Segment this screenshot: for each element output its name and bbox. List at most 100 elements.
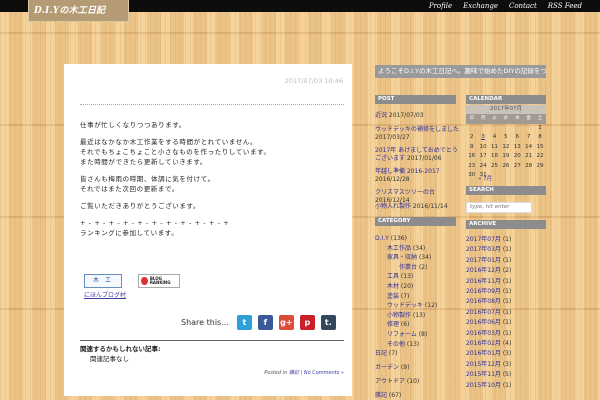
calendar-widget-heading: CALENDAR xyxy=(466,95,546,104)
calendar-day[interactable]: 12 xyxy=(500,143,511,153)
archive-count: (1) xyxy=(500,308,512,316)
nav-contact[interactable]: Contact xyxy=(509,0,537,12)
calendar-day xyxy=(477,124,488,134)
archive-count: (3) xyxy=(500,360,512,368)
category-link[interactable]: その他 xyxy=(387,341,405,348)
category-link[interactable]: 作業台 xyxy=(399,264,417,271)
calendar-day[interactable]: 14 xyxy=(523,143,534,153)
category-link[interactable]: 日記 xyxy=(375,350,387,357)
calendar-day[interactable]: 4 xyxy=(489,133,500,143)
site-logo[interactable]: D.I.Yの木工日記 xyxy=(28,0,129,22)
nav-rss-feed[interactable]: RSS Feed xyxy=(548,0,582,12)
archive-link[interactable]: 2016年06月 xyxy=(466,319,501,326)
calendar-day[interactable]: 28 xyxy=(523,162,534,172)
post-body-gap xyxy=(80,130,342,137)
calendar-day[interactable]: 3 xyxy=(477,133,488,143)
category-link[interactable]: 木工作品 xyxy=(387,245,411,252)
recent-post-link[interactable]: クリスマスツリーの台 xyxy=(375,189,435,196)
category-item: ガーデン (9) xyxy=(375,364,409,372)
calendar-day[interactable]: 19 xyxy=(500,152,511,162)
recent-post-link[interactable]: 小物入れ製作 xyxy=(375,203,411,210)
calendar-day[interactable]: 5 xyxy=(500,133,511,143)
blog-ranking-banner[interactable]: BLOG RANKING xyxy=(138,274,180,288)
calendar-day[interactable]: 9 xyxy=(466,143,477,153)
facebook-icon[interactable]: f xyxy=(257,315,273,330)
category-count: (6) xyxy=(399,321,410,329)
calendar-day[interactable]: 23 xyxy=(466,162,477,172)
blog-ranking-label: BLOG RANKING xyxy=(149,275,171,285)
archive-link[interactable]: 2015年10月 xyxy=(466,382,501,389)
archive-link[interactable]: 2016年07月 xyxy=(466,309,501,316)
calendar-day[interactable]: 7 xyxy=(523,133,534,143)
calendar-day[interactable]: 8 xyxy=(534,133,545,143)
category-link[interactable]: ガーデン xyxy=(375,364,399,371)
calendar-day[interactable]: 17 xyxy=(477,152,488,162)
calendar-day[interactable]: 24 xyxy=(477,162,488,172)
calendar-day[interactable]: 16 xyxy=(466,152,477,162)
twitter-icon[interactable]: t xyxy=(236,315,252,330)
recent-post-link[interactable]: ウッドデッキの補修をしました xyxy=(375,126,459,133)
nihon-blog-mura-link[interactable]: にほんブログ村 xyxy=(84,290,126,299)
calendar-day[interactable]: 27 xyxy=(512,162,523,172)
archive-link[interactable]: 2015年11月 xyxy=(466,371,501,378)
post-body-line: 皆さんも梅雨の時期、体調に気を付けて。 xyxy=(80,175,215,183)
archive-link[interactable]: 2017年03月 xyxy=(466,246,501,253)
archive-count: (1) xyxy=(500,288,512,295)
archive-link[interactable]: 2016年11月 xyxy=(466,278,501,285)
recent-post-link[interactable]: 年越し準備 2016-2017 xyxy=(375,168,440,175)
category-link[interactable]: 工具 xyxy=(387,273,399,280)
category-count: (7) xyxy=(387,350,398,358)
calendar-day[interactable]: 29 xyxy=(534,162,545,172)
google-plus-icon[interactable]: g+ xyxy=(278,315,294,330)
search-input[interactable]: type, hit enter xyxy=(466,202,532,213)
meta-comments-link[interactable]: No Comments » xyxy=(304,370,344,376)
calendar-day[interactable]: 30 xyxy=(466,171,477,181)
recent-post-link[interactable]: 近況 xyxy=(375,112,387,119)
calendar-day[interactable]: 15 xyxy=(534,143,545,153)
calendar-day[interactable]: 1 xyxy=(534,124,545,134)
archive-link[interactable]: 2016年02月 xyxy=(466,340,501,347)
category-link[interactable]: リフォーム xyxy=(387,331,417,338)
calendar-day[interactable]: 6 xyxy=(512,133,523,143)
calendar-day[interactable]: 21 xyxy=(523,152,534,162)
meta-category-link[interactable]: 雑記 xyxy=(289,370,299,376)
tumblr-icon[interactable]: t. xyxy=(320,315,336,330)
archive-link[interactable]: 2016年01月 xyxy=(466,350,501,357)
calendar-day[interactable]: 10 xyxy=(477,143,488,153)
archive-link[interactable]: 2016年09月 xyxy=(466,288,501,295)
post-card: 2017/07/03 10:46 仕事が忙しくなりつつあります。 最近はなかなか木… xyxy=(64,64,352,396)
calendar-day[interactable]: 2 xyxy=(466,133,477,143)
calendar-day[interactable]: 22 xyxy=(534,152,545,162)
category-item: 工具 (13) xyxy=(387,273,413,281)
archive-link[interactable]: 2016年12月 xyxy=(466,267,501,274)
category-link[interactable]: 小物製作 xyxy=(387,312,411,319)
search-widget-heading: SEARCH xyxy=(466,186,546,195)
calendar-day[interactable]: 13 xyxy=(512,143,523,153)
category-count: (9) xyxy=(399,364,410,372)
recent-post-item: ウッドデッキの補修をしました 2017/03/27 xyxy=(375,126,463,142)
post-body-gap xyxy=(80,194,342,201)
calendar-day[interactable]: 26 xyxy=(500,162,511,172)
nav-profile[interactable]: Profile xyxy=(429,0,452,12)
archive-link[interactable]: 2017年07月 xyxy=(466,236,501,243)
category-link[interactable]: D.I.Y xyxy=(375,235,389,242)
nav-exchange[interactable]: Exchange xyxy=(463,0,498,12)
calendar-day[interactable]: 20 xyxy=(512,152,523,162)
mokko-ranking-banner[interactable]: 木 工 xyxy=(84,274,122,288)
calendar-prev-link[interactable]: « 7月 xyxy=(478,174,492,182)
category-link[interactable]: 木材 xyxy=(387,283,399,290)
category-link[interactable]: ウッドデッキ xyxy=(387,302,423,309)
pinterest-icon[interactable]: p xyxy=(299,315,315,330)
category-link[interactable]: 雑記 xyxy=(375,392,387,399)
calendar-day[interactable]: 25 xyxy=(489,162,500,172)
category-link[interactable]: 塗装 xyxy=(387,293,399,300)
category-link[interactable]: 家具・収納 xyxy=(387,254,417,261)
calendar-day[interactable]: 11 xyxy=(489,143,500,153)
archive-link[interactable]: 2016年08月 xyxy=(466,298,501,305)
archive-link[interactable]: 2015年12月 xyxy=(466,361,501,368)
calendar-day[interactable]: 18 xyxy=(489,152,500,162)
archive-link[interactable]: 2016年03月 xyxy=(466,330,501,337)
category-link[interactable]: アウトドア xyxy=(375,378,405,385)
archive-link[interactable]: 2017年01月 xyxy=(466,257,501,264)
category-link[interactable]: 修理 xyxy=(387,321,399,328)
